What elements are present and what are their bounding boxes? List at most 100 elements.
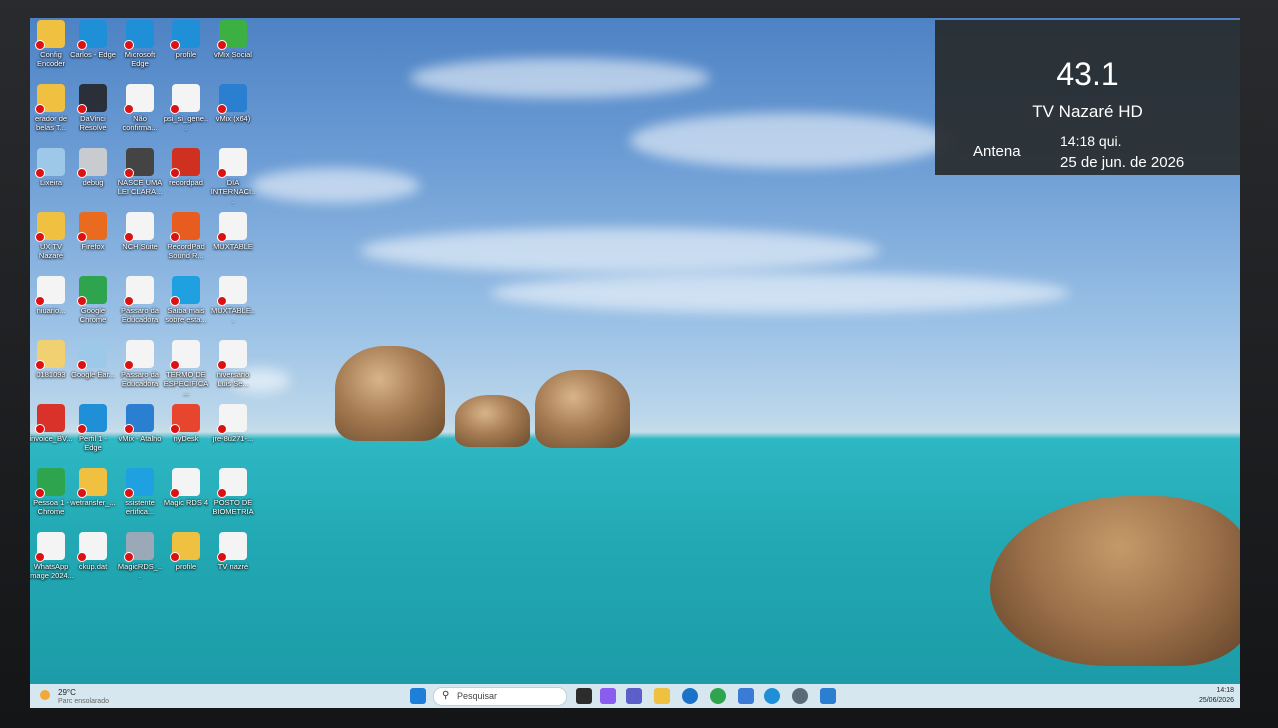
app-icon <box>124 212 154 242</box>
app-icon <box>77 340 107 370</box>
desktop-icon[interactable]: Perfil 1 - Edge <box>70 404 116 452</box>
shortcut-badge-icon <box>77 552 87 562</box>
shortcut-badge-icon <box>35 104 45 114</box>
shortcut-badge-icon <box>170 104 180 114</box>
desktop-icon[interactable]: Não confirma... <box>117 84 163 132</box>
desktop-icon[interactable]: Magic RDS 4 <box>163 468 209 507</box>
desktop-icon[interactable]: vMix Social <box>210 20 256 59</box>
network-app-icon[interactable] <box>792 688 808 704</box>
microsoft-store-icon[interactable] <box>738 688 754 704</box>
shortcut-badge-icon <box>217 488 227 498</box>
system-clock[interactable]: 14:18 25/06/2026 <box>1199 686 1234 706</box>
desktop-icon[interactable]: Pássaro da Educadora <box>117 276 163 324</box>
desktop-icon[interactable]: recordpad <box>163 148 209 187</box>
desktop-icon[interactable]: RecordPad Sound R... <box>163 212 209 260</box>
edge-icon[interactable] <box>764 688 780 704</box>
desktop-icon[interactable]: MUXTABLE... <box>210 276 256 324</box>
desktop-icon[interactable]: nyDesk <box>163 404 209 443</box>
desktop-icon-label: Firefox <box>81 242 105 251</box>
wallpaper-rock <box>335 346 445 441</box>
search-box[interactable]: ⚲ Pesquisar <box>433 687 567 706</box>
desktop-icon[interactable]: DaVinci Resolve <box>70 84 116 132</box>
teams-icon[interactable] <box>626 688 642 704</box>
app-icon <box>170 148 200 178</box>
desktop-icon[interactable]: jre-8u271-... <box>210 404 256 443</box>
desktop-icon[interactable]: profile <box>163 20 209 59</box>
shortcut-badge-icon <box>77 296 87 306</box>
app-icon <box>124 404 154 434</box>
desktop-icon[interactable]: WhatsApp Image 2024... <box>30 532 74 580</box>
desktop-icon[interactable]: NCH Suite <box>117 212 163 251</box>
app-icon <box>35 148 65 178</box>
desktop-icon[interactable]: Microsoft Edge <box>117 20 163 68</box>
desktop-icon[interactable]: 0181093 <box>30 340 74 379</box>
app-icon <box>170 404 200 434</box>
desktop-icon-label: Lixeira <box>39 178 63 187</box>
task-view-icon[interactable] <box>576 688 592 704</box>
desktop-icon[interactable]: wetransfer_... <box>70 468 116 507</box>
desktop-icon[interactable]: profile <box>163 532 209 571</box>
desktop-icon-label: erador de belas T... <box>34 114 68 132</box>
app-icon <box>77 148 107 178</box>
desktop-icon[interactable]: invoice_BV... <box>30 404 74 443</box>
wallpaper-shore <box>990 496 1240 666</box>
desktop-icon-label: MUXTABLE <box>213 242 253 251</box>
shortcut-badge-icon <box>35 552 45 562</box>
desktop-icon[interactable]: UX TV Nazaré <box>30 212 74 260</box>
desktop-icon[interactable]: ckup.dat <box>70 532 116 571</box>
desktop-icon-label: Config Encoder <box>37 50 65 68</box>
desktop-icon[interactable]: NASCE UMA LEI CLARA... <box>117 148 163 196</box>
desktop-icon[interactable]: Firefox <box>70 212 116 251</box>
dell-icon[interactable] <box>682 688 698 704</box>
shortcut-badge-icon <box>170 424 180 434</box>
desktop-icon[interactable]: MUXTABLE <box>210 212 256 251</box>
desktop-icon-label: RecordPad Sound R... <box>167 242 205 260</box>
desktop-icon[interactable]: vMix - Atalho <box>117 404 163 443</box>
desktop-icon[interactable]: MagicRDS_... <box>117 532 163 580</box>
app-icon <box>35 340 65 370</box>
desktop-icon[interactable]: DIA INTERNACI... <box>210 148 256 205</box>
desktop-icon[interactable]: erador de belas T... <box>30 84 74 132</box>
desktop-icon[interactable]: TV nazré <box>210 532 256 571</box>
desktop-icon-label: vMix Social <box>214 50 252 59</box>
chrome-icon[interactable] <box>710 688 726 704</box>
file-explorer-icon[interactable] <box>654 688 670 704</box>
desktop-icon-label: nyDesk <box>173 434 199 443</box>
shortcut-badge-icon <box>35 168 45 178</box>
desktop-icon[interactable]: Carlos - Edge <box>70 20 116 59</box>
clock-time: 14:18 <box>1216 687 1234 694</box>
desktop-icon[interactable]: Pessoa 1 - Chrome <box>30 468 74 516</box>
app-icon <box>170 340 200 370</box>
app-icon <box>217 148 247 178</box>
start-button[interactable] <box>410 688 426 704</box>
desktop-icon[interactable]: Config Encoder <box>30 20 74 68</box>
desktop-icon[interactable]: TERMO DE ESPECIFICA... <box>163 340 209 397</box>
desktop-icon[interactable]: niuario... <box>30 276 74 315</box>
shortcut-badge-icon <box>217 232 227 242</box>
desktop-icon-label: DIA INTERNACI... <box>210 178 256 205</box>
app-icon <box>217 532 247 562</box>
desktop-icon[interactable]: POSTO DE BIOMETRIA <box>210 468 256 516</box>
shortcut-badge-icon <box>217 296 227 306</box>
shortcut-badge-icon <box>77 488 87 498</box>
desktop-icon[interactable]: niversário Luis Se... <box>210 340 256 388</box>
desktop-icon[interactable]: psi_si_gene... <box>163 84 209 132</box>
app-icon <box>77 212 107 242</box>
desktop-icon[interactable]: Lixeira <box>30 148 74 187</box>
desktop-icon[interactable]: Google Ear... <box>70 340 116 379</box>
desktop-icon[interactable]: debug <box>70 148 116 187</box>
desktop-icon-label: niversário Luis Se... <box>216 370 250 388</box>
desktop-icon[interactable]: Pássaro da Educadora <box>117 340 163 388</box>
desktop-icon[interactable]: vMix (x64) <box>210 84 256 123</box>
app-icon <box>170 84 200 114</box>
desktop-icon[interactable]: Saiba mais sobre esta... <box>163 276 209 324</box>
taskbar: 29°C Parc ensolarado ⚲ Pesquisar 14:18 2… <box>30 684 1240 708</box>
app-icon <box>35 532 65 562</box>
app-icon <box>217 212 247 242</box>
copilot-icon[interactable] <box>600 688 616 704</box>
desktop-icon[interactable]: ssistente ertifica... <box>117 468 163 516</box>
app-icon <box>170 212 200 242</box>
app-icon <box>170 532 200 562</box>
desktop-icon[interactable]: Google Chrome <box>70 276 116 324</box>
vmix-icon[interactable] <box>820 688 836 704</box>
